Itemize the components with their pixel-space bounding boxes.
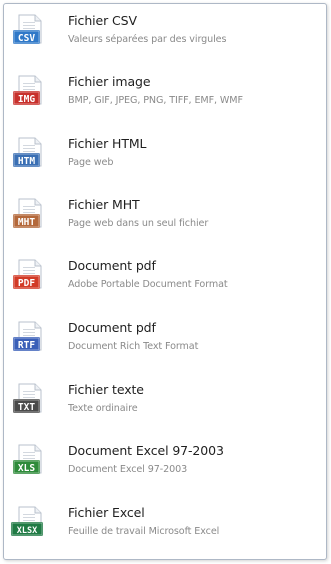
- item-description: Document Rich Text Format: [68, 341, 199, 352]
- icon-badge-text: XLS: [18, 463, 35, 474]
- pdf-file-icon: PDF: [10, 258, 44, 296]
- item-title: Document Excel 97-2003: [68, 443, 224, 458]
- item-description: Page web dans un seul fichier: [68, 218, 209, 229]
- icon-badge-text: IMG: [18, 94, 35, 105]
- item-title: Fichier Excel: [68, 505, 145, 520]
- item-title: Document pdf: [68, 320, 156, 335]
- mht-file-icon: MHT: [10, 197, 44, 235]
- item-description: BMP, GIF, JPEG, PNG, TIFF, EMF, WMF: [68, 95, 243, 106]
- html-file-icon: HTM: [10, 136, 44, 174]
- image-file-icon: IMG: [10, 74, 44, 112]
- export-format-menu: CSV Fichier CSV Valeurs séparées par des…: [3, 3, 327, 560]
- icon-badge-text: XLSX: [17, 526, 37, 536]
- xlsx-file-icon: XLSX: [10, 505, 44, 543]
- csv-icon: CSV: [10, 13, 44, 51]
- item-description: Texte ordinaire: [68, 403, 138, 414]
- item-title: Fichier CSV: [68, 13, 137, 28]
- icon-badge-text: HTM: [18, 156, 35, 167]
- item-title: Fichier image: [68, 74, 151, 89]
- icon-badge-text: CSV: [18, 33, 35, 44]
- item-title: Document pdf: [68, 258, 156, 273]
- item-description: Adobe Portable Document Format: [68, 279, 228, 290]
- icon-badge-text: RTF: [18, 340, 35, 351]
- item-description: Page web: [68, 157, 114, 168]
- icon-badge-text: PDF: [18, 278, 35, 289]
- icon-badge-text: TXT: [18, 402, 35, 413]
- txt-file-icon: TXT: [10, 382, 44, 420]
- item-title: Fichier texte: [68, 382, 144, 397]
- xls-file-icon: XLS: [10, 443, 44, 481]
- item-description: Valeurs séparées par des virgules: [68, 34, 227, 45]
- item-title: Fichier HTML: [68, 136, 147, 151]
- rtf-file-icon: RTF: [10, 320, 44, 358]
- item-description: Document Excel 97-2003: [68, 464, 188, 475]
- item-title: Fichier MHT: [68, 197, 140, 212]
- item-description: Feuille de travail Microsoft Excel: [68, 526, 220, 537]
- icon-badge-text: MHT: [18, 217, 35, 228]
